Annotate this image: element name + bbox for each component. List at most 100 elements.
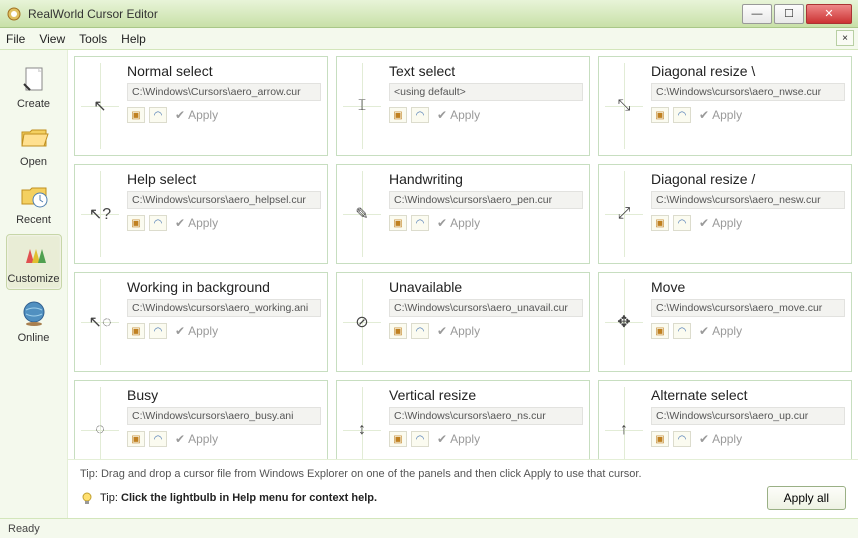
cursor-path[interactable]: C:\Windows\cursors\aero_move.cur	[651, 299, 845, 317]
cursor-panel[interactable]: 𝙸 Text select <using default> ▣ ◠ ✔ Appl…	[336, 56, 590, 156]
cursor-path[interactable]: C:\Windows\cursors\aero_ns.cur	[389, 407, 583, 425]
folder-icon	[18, 122, 50, 154]
menu-help[interactable]: Help	[121, 32, 146, 46]
apply-button[interactable]: ✔ Apply	[699, 324, 742, 338]
cursor-panel[interactable]: ⊘ Unavailable C:\Windows\cursors\aero_un…	[336, 272, 590, 372]
tip-context: Tip: Click the lightbulb in Help menu fo…	[80, 491, 377, 505]
cursor-panel[interactable]: ↖ Normal select C:\Windows\Cursors\aero_…	[74, 56, 328, 156]
maximize-button[interactable]: ☐	[774, 4, 804, 24]
reset-icon[interactable]: ◠	[673, 431, 691, 447]
check-icon: ✔	[699, 432, 709, 446]
reset-icon[interactable]: ◠	[673, 323, 691, 339]
cursor-path[interactable]: C:\Windows\cursors\aero_busy.ani	[127, 407, 321, 425]
apply-all-button[interactable]: Apply all	[767, 486, 846, 510]
cursor-path[interactable]: C:\Windows\cursors\aero_helpsel.cur	[127, 191, 321, 209]
sidebar-label: Recent	[16, 214, 51, 226]
reset-icon[interactable]: ◠	[149, 215, 167, 231]
menu-file[interactable]: File	[6, 32, 25, 46]
cursor-preview: ↖?	[81, 171, 119, 257]
recent-icon	[18, 180, 50, 212]
panel-title: Vertical resize	[389, 387, 583, 403]
cursor-path[interactable]: C:\Windows\cursors\aero_unavail.cur	[389, 299, 583, 317]
cursor-panel[interactable]: ⤡ Diagonal resize \ C:\Windows\cursors\a…	[598, 56, 852, 156]
cursor-path[interactable]: C:\Windows\cursors\aero_working.ani	[127, 299, 321, 317]
cursor-glyph: ✥	[617, 312, 630, 332]
browse-icon[interactable]: ▣	[389, 323, 407, 339]
sidebar-label: Customize	[8, 273, 60, 285]
apply-button[interactable]: ✔ Apply	[437, 324, 480, 338]
reset-icon[interactable]: ◠	[673, 107, 691, 123]
sidebar: Create Open Recent Customize Online	[0, 50, 68, 518]
apply-button[interactable]: ✔ Apply	[437, 432, 480, 446]
cursor-panel[interactable]: ↖◌ Working in background C:\Windows\curs…	[74, 272, 328, 372]
apply-button[interactable]: ✔ Apply	[175, 216, 218, 230]
cursor-preview: ↖◌	[81, 279, 119, 365]
reset-icon[interactable]: ◠	[411, 431, 429, 447]
sidebar-item-recent[interactable]: Recent	[6, 176, 62, 230]
reset-icon[interactable]: ◠	[411, 215, 429, 231]
window-title: RealWorld Cursor Editor	[28, 7, 740, 21]
browse-icon[interactable]: ▣	[651, 107, 669, 123]
cursor-panel[interactable]: ↖? Help select C:\Windows\cursors\aero_h…	[74, 164, 328, 264]
cursor-panel[interactable]: ◌ Busy C:\Windows\cursors\aero_busy.ani …	[74, 380, 328, 459]
cursor-path[interactable]: <using default>	[389, 83, 583, 101]
cursor-panel[interactable]: ⤢ Diagonal resize / C:\Windows\cursors\a…	[598, 164, 852, 264]
cursor-path[interactable]: C:\Windows\Cursors\aero_arrow.cur	[127, 83, 321, 101]
content-area: ↖ Normal select C:\Windows\Cursors\aero_…	[68, 50, 858, 518]
close-button[interactable]: ✕	[806, 4, 852, 24]
reset-icon[interactable]: ◠	[673, 215, 691, 231]
browse-icon[interactable]: ▣	[651, 323, 669, 339]
create-icon	[18, 64, 50, 96]
reset-icon[interactable]: ◠	[411, 323, 429, 339]
cursor-glyph: ✎	[355, 204, 368, 224]
reset-icon[interactable]: ◠	[411, 107, 429, 123]
cursor-panel[interactable]: ↑ Alternate select C:\Windows\cursors\ae…	[598, 380, 852, 459]
browse-icon[interactable]: ▣	[127, 323, 145, 339]
browse-icon[interactable]: ▣	[127, 107, 145, 123]
browse-icon[interactable]: ▣	[651, 215, 669, 231]
browse-icon[interactable]: ▣	[389, 215, 407, 231]
apply-button[interactable]: ✔ Apply	[699, 216, 742, 230]
footer: Tip: Drag and drop a cursor file from Wi…	[68, 459, 858, 518]
cursor-panel[interactable]: ✎ Handwriting C:\Windows\cursors\aero_pe…	[336, 164, 590, 264]
check-icon: ✔	[437, 324, 447, 338]
apply-button[interactable]: ✔ Apply	[175, 108, 218, 122]
sidebar-item-create[interactable]: Create	[6, 60, 62, 114]
reset-icon[interactable]: ◠	[149, 323, 167, 339]
minimize-button[interactable]: —	[742, 4, 772, 24]
check-icon: ✔	[699, 108, 709, 122]
cursor-panel[interactable]: ↕ Vertical resize C:\Windows\cursors\aer…	[336, 380, 590, 459]
close-tab-button[interactable]: ×	[836, 30, 854, 46]
apply-button[interactable]: ✔ Apply	[437, 216, 480, 230]
panel-title: Alternate select	[651, 387, 845, 403]
apply-button[interactable]: ✔ Apply	[175, 324, 218, 338]
sidebar-item-open[interactable]: Open	[6, 118, 62, 172]
apply-button[interactable]: ✔ Apply	[437, 108, 480, 122]
apply-button[interactable]: ✔ Apply	[699, 108, 742, 122]
check-icon: ✔	[699, 216, 709, 230]
lightbulb-icon	[80, 491, 94, 505]
cursor-path[interactable]: C:\Windows\cursors\aero_nwse.cur	[651, 83, 845, 101]
cursor-panel[interactable]: ✥ Move C:\Windows\cursors\aero_move.cur …	[598, 272, 852, 372]
browse-icon[interactable]: ▣	[651, 431, 669, 447]
sidebar-item-customize[interactable]: Customize	[6, 234, 62, 290]
menu-tools[interactable]: Tools	[79, 32, 107, 46]
browse-icon[interactable]: ▣	[127, 215, 145, 231]
apply-button[interactable]: ✔ Apply	[699, 432, 742, 446]
check-icon: ✔	[437, 108, 447, 122]
cursor-path[interactable]: C:\Windows\cursors\aero_pen.cur	[389, 191, 583, 209]
cursor-glyph: ↖◌	[89, 312, 112, 332]
cursor-preview: ⤡	[605, 63, 643, 149]
browse-icon[interactable]: ▣	[389, 107, 407, 123]
menu-bar: File View Tools Help ×	[0, 28, 858, 50]
browse-icon[interactable]: ▣	[389, 431, 407, 447]
cursor-path[interactable]: C:\Windows\cursors\aero_nesw.cur	[651, 191, 845, 209]
apply-button[interactable]: ✔ Apply	[175, 432, 218, 446]
browse-icon[interactable]: ▣	[127, 431, 145, 447]
reset-icon[interactable]: ◠	[149, 107, 167, 123]
reset-icon[interactable]: ◠	[149, 431, 167, 447]
sidebar-item-online[interactable]: Online	[6, 294, 62, 348]
cursor-path[interactable]: C:\Windows\cursors\aero_up.cur	[651, 407, 845, 425]
app-icon	[6, 6, 22, 22]
menu-view[interactable]: View	[39, 32, 65, 46]
